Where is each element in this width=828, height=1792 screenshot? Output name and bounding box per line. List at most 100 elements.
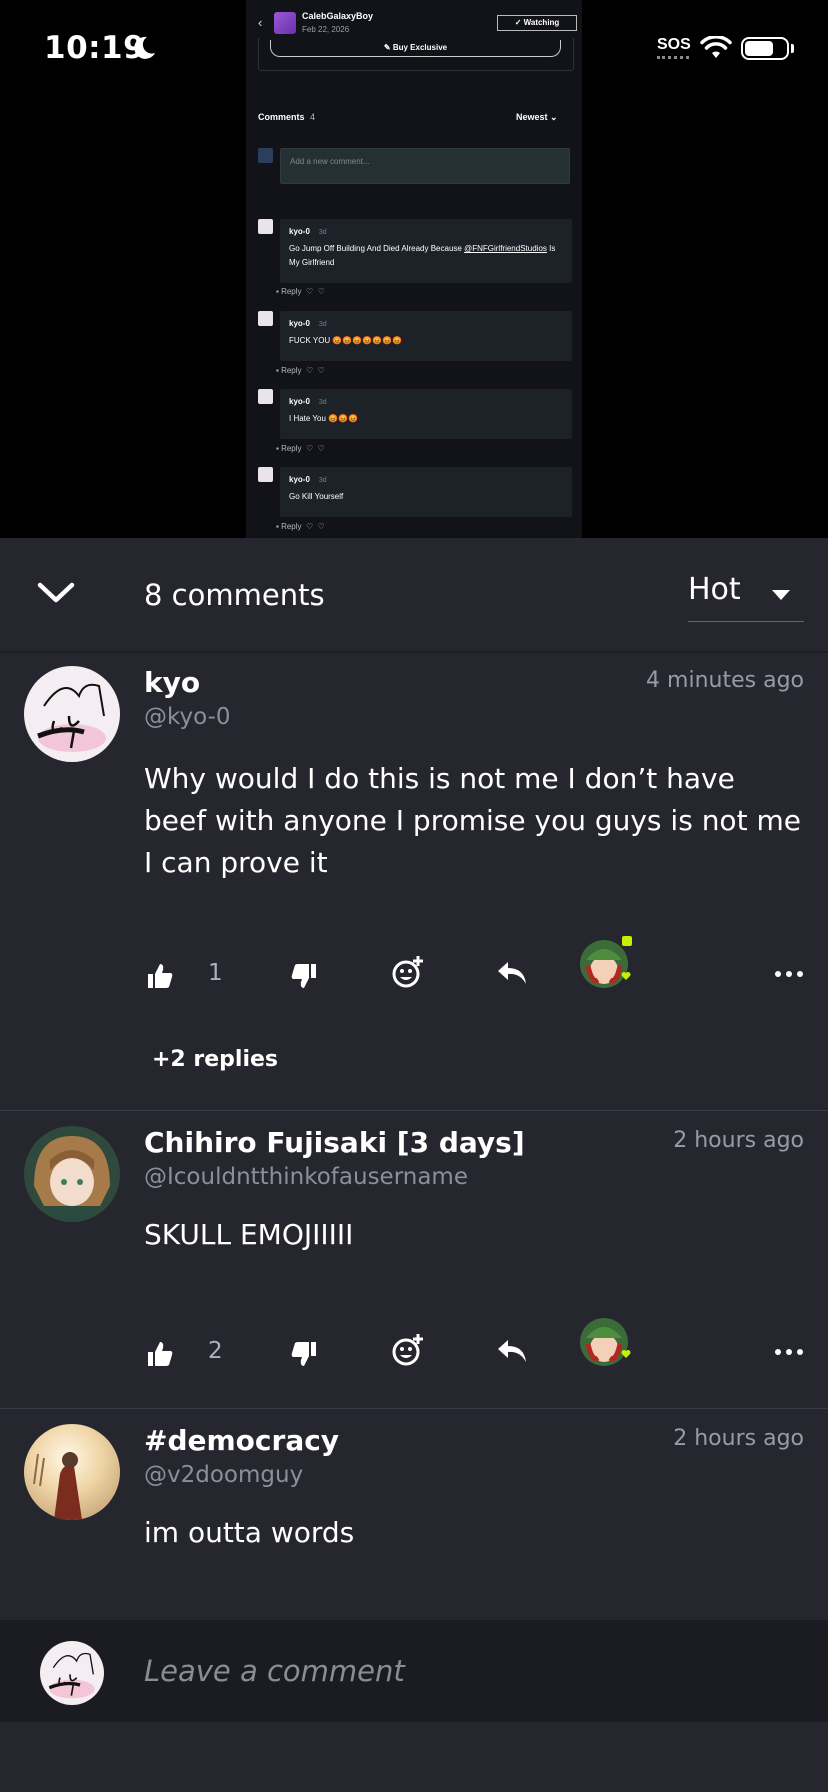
avatar-image bbox=[24, 1424, 120, 1520]
preview-comment-box: kyo-0 3d I Hate You 😡😡😡 bbox=[280, 389, 572, 439]
thumbs-up-icon[interactable] bbox=[146, 962, 174, 990]
thumbs-down-icon[interactable] bbox=[290, 962, 318, 990]
preview-comment-actions: ▪ Reply ♡ ♡ bbox=[276, 287, 325, 296]
battery-tip bbox=[791, 44, 794, 53]
preview-reply-label: Reply bbox=[281, 287, 302, 296]
preview-comment-user: kyo-0 bbox=[289, 397, 310, 406]
self-avatar-image bbox=[40, 1641, 104, 1705]
comment-input[interactable]: Leave a comment bbox=[144, 1654, 405, 1688]
preview-self-avatar bbox=[258, 148, 273, 163]
divider bbox=[0, 1408, 828, 1409]
preview-comment-box: kyo-0 3d FUCK YOU 😡😡😡😡😡😡😡 bbox=[280, 311, 572, 361]
comments-header: 8 comments Hot bbox=[0, 538, 828, 651]
watching-button: ✓ Watching bbox=[497, 15, 577, 31]
preview-comment-box: kyo-0 3d Go Jump Off Building And Died Al… bbox=[280, 219, 572, 283]
battery-icon bbox=[741, 37, 789, 60]
preview-sort: Newest ⌄ bbox=[516, 112, 558, 123]
preview-comment-text: I Hate You 😡😡😡 bbox=[289, 414, 359, 423]
comment-body: Why would I do this is not me I don’t ha… bbox=[144, 762, 801, 879]
signal-dots bbox=[657, 56, 689, 60]
comment-author-name[interactable]: #democracy bbox=[144, 1424, 339, 1457]
tag-icon: ✎ bbox=[383, 43, 393, 52]
more-options-icon[interactable] bbox=[774, 970, 804, 978]
view-replies-link[interactable]: +2 replies bbox=[152, 1047, 278, 1072]
thumbs-up-icon[interactable] bbox=[146, 1340, 174, 1368]
comment-actions: 2 bbox=[0, 1318, 828, 1382]
chevron-down-icon: ⌄ bbox=[550, 112, 558, 122]
status-time: 10:19 bbox=[44, 30, 146, 66]
preview-comment-text: Go Jump Off Building And Died Already Be… bbox=[289, 242, 563, 270]
preview-comment-avatar bbox=[258, 389, 273, 404]
preview-post-date: Feb 22, 2026 bbox=[302, 25, 350, 34]
comment-body: SKULL EMOJIIIII bbox=[144, 1218, 354, 1251]
avatar-image bbox=[24, 1126, 120, 1222]
reply-icon[interactable] bbox=[496, 1338, 528, 1364]
preview-reply-label: Reply bbox=[281, 366, 302, 375]
sort-value: Hot bbox=[688, 572, 741, 607]
avatar-image bbox=[24, 666, 120, 762]
preview-comment-actions: ▪ Reply ♡ ♡ bbox=[276, 366, 325, 375]
preview-comments-count: 4 bbox=[310, 112, 316, 122]
comment-author-handle[interactable]: @Icouldntthinkofausername bbox=[144, 1164, 468, 1190]
like-count: 1 bbox=[208, 960, 223, 986]
preview-comment-user: kyo-0 bbox=[289, 319, 310, 328]
more-options-icon[interactable] bbox=[774, 1348, 804, 1356]
preview-comment-actions: ▪ Reply ♡ ♡ bbox=[276, 444, 325, 453]
caret-down-icon bbox=[772, 590, 790, 600]
avatar[interactable] bbox=[24, 1126, 120, 1222]
moon-icon bbox=[134, 36, 155, 59]
preview-comments-label: Comments bbox=[258, 112, 305, 122]
chevron-down-icon[interactable] bbox=[36, 580, 76, 606]
preview-comments-heading: Comments 4 bbox=[258, 112, 315, 122]
preview-sort-label: Newest bbox=[516, 112, 548, 122]
comment-timestamp: 4 minutes ago bbox=[646, 668, 804, 693]
screenshot-preview: ‹ CalebGalaxyBoy Feb 22, 2026 ✓ Watching… bbox=[246, 0, 582, 538]
preview-channel-name: CalebGalaxyBoy bbox=[302, 11, 374, 21]
self-avatar bbox=[40, 1641, 104, 1705]
preview-comment-ago: 3d bbox=[318, 229, 327, 236]
comment-author-name[interactable]: kyo bbox=[144, 666, 200, 699]
preview-mention-link: @FNFGirlfriendStudios bbox=[464, 244, 547, 253]
preview-comment-text: FUCK YOU 😡😡😡😡😡😡😡 bbox=[289, 336, 403, 345]
comment-author-handle[interactable]: @v2doomguy bbox=[144, 1462, 303, 1488]
reply-icon[interactable] bbox=[496, 960, 528, 986]
preview-header: ‹ CalebGalaxyBoy Feb 22, 2026 ✓ Watching bbox=[246, 0, 582, 42]
preview-comment-avatar bbox=[258, 467, 273, 482]
comment-author-handle[interactable]: @kyo-0 bbox=[144, 704, 231, 730]
channel-thumbnail bbox=[274, 12, 296, 34]
preview-comment-ago: 3d bbox=[318, 477, 327, 484]
avatar[interactable] bbox=[24, 1424, 120, 1520]
add-reaction-icon[interactable] bbox=[390, 954, 426, 990]
comment-timestamp: 2 hours ago bbox=[673, 1128, 804, 1153]
preview-comment-avatar bbox=[258, 311, 273, 326]
back-chevron-icon: ‹ bbox=[258, 15, 263, 30]
buy-label: Buy Exclusive bbox=[392, 43, 448, 52]
compose-bar: Leave a comment bbox=[0, 1620, 828, 1722]
preview-comment-user: kyo-0 bbox=[289, 475, 310, 484]
sos-indicator: SOS bbox=[657, 36, 691, 53]
preview-comment-user: kyo-0 bbox=[289, 227, 310, 236]
preview-reply-label: Reply bbox=[281, 444, 302, 453]
creator-heart-avatar bbox=[580, 1318, 631, 1366]
divider bbox=[0, 1110, 828, 1111]
preview-reply-label: Reply bbox=[281, 522, 302, 531]
add-reaction-icon[interactable] bbox=[390, 1332, 426, 1368]
like-count: 2 bbox=[208, 1338, 223, 1364]
wifi-icon bbox=[700, 36, 732, 58]
comment-body: im outta words bbox=[144, 1516, 355, 1549]
comment-actions: 1 bbox=[0, 936, 828, 1004]
preview-comment-input: Add a new comment... bbox=[280, 148, 570, 184]
preview-text-part: Go Jump Off Building And Died Already Be… bbox=[289, 244, 465, 253]
preview-comment-avatar bbox=[258, 219, 273, 234]
avatar[interactable] bbox=[24, 666, 120, 762]
comment-count: 8 comments bbox=[144, 578, 325, 612]
sort-dropdown[interactable]: Hot bbox=[688, 564, 804, 622]
thumbs-down-icon[interactable] bbox=[290, 1340, 318, 1368]
bottom-safe-area bbox=[0, 1722, 828, 1792]
buy-exclusive-button: ✎ Buy Exclusive bbox=[270, 40, 561, 57]
preview-comment-box: kyo-0 3d Go Kill Yourself bbox=[280, 467, 572, 517]
comment-author-name[interactable]: Chihiro Fujisaki [3 days] bbox=[144, 1126, 525, 1159]
preview-comment-text: Go Kill Yourself bbox=[289, 492, 344, 501]
preview-comment-ago: 3d bbox=[318, 399, 327, 406]
preview-comment-ago: 3d bbox=[318, 321, 327, 328]
